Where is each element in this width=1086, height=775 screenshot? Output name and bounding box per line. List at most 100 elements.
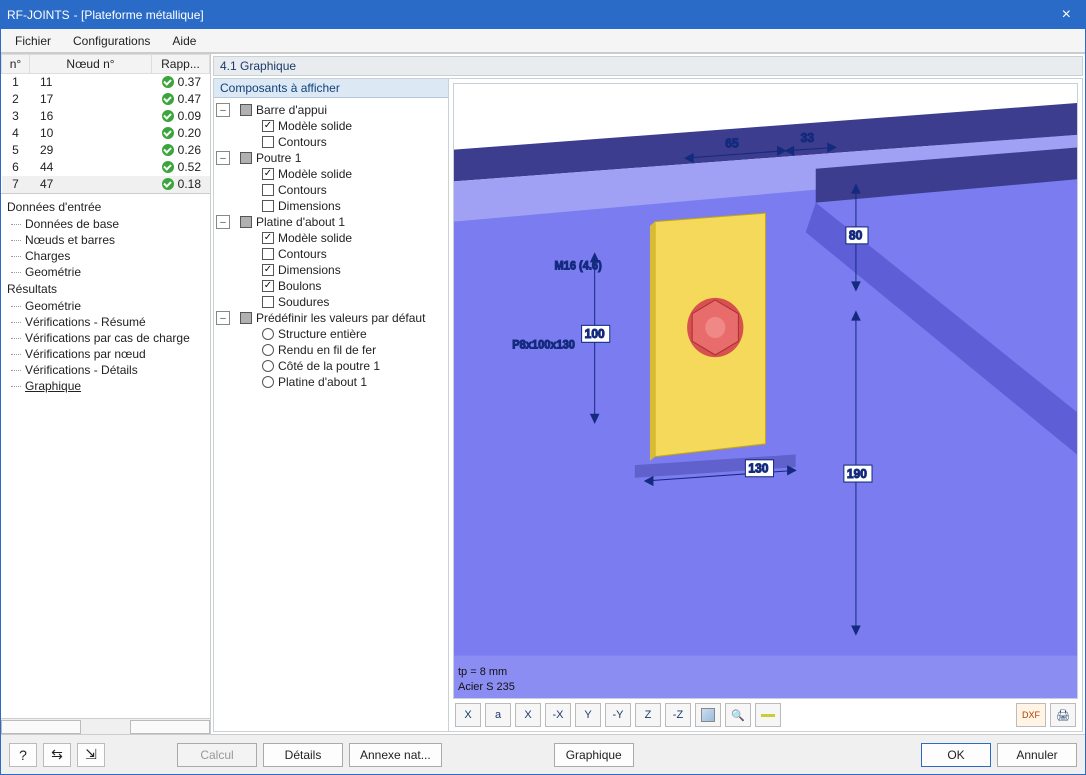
tristate-checkbox-icon[interactable] <box>240 216 252 228</box>
tree-preset-full[interactable]: Structure entière <box>216 326 446 342</box>
calc-button[interactable]: Calcul <box>177 743 257 767</box>
nav-input-geometry[interactable]: Geométrie <box>7 264 208 280</box>
print-button[interactable]: 🖨 <box>1050 703 1076 727</box>
tree-toggle-icon[interactable]: – <box>216 311 230 325</box>
view-negz-button[interactable]: -Z <box>665 703 691 727</box>
nav-input-basedata[interactable]: Données de base <box>7 216 208 232</box>
view-text-button[interactable]: a <box>485 703 511 727</box>
checkbox-icon[interactable] <box>262 296 274 308</box>
tree-endplate1-welds[interactable]: Soudures <box>216 294 446 310</box>
view-x2-button[interactable]: X <box>515 703 541 727</box>
tree-beam1-solid[interactable]: Modèle solide <box>216 166 446 182</box>
tree-endplate1-contours[interactable]: Contours <box>216 246 446 262</box>
checkbox-icon[interactable] <box>262 280 274 292</box>
help-button[interactable]: ? <box>9 743 37 767</box>
radio-icon[interactable] <box>262 376 274 388</box>
col-ratio[interactable]: Rapp... <box>152 55 210 74</box>
table-row[interactable]: 5290.26 <box>2 142 210 159</box>
col-node[interactable]: Nœud n° <box>30 55 152 74</box>
menu-help[interactable]: Aide <box>162 32 206 50</box>
3d-view[interactable]: 65 33 80 <box>453 83 1078 699</box>
tree-toggle-icon[interactable]: – <box>216 215 230 229</box>
close-button[interactable]: × <box>1054 6 1079 24</box>
tree-preset-endplate1[interactable]: Platine d'about 1 <box>216 374 446 390</box>
tree-support-solid[interactable]: Modèle solide <box>216 118 446 134</box>
nav-res-summary[interactable]: Vérifications - Résumé <box>7 314 208 330</box>
nav-res-graphic[interactable]: Graphique <box>7 378 208 394</box>
view-copy-button[interactable] <box>755 703 781 727</box>
nav-res-details[interactable]: Vérifications - Détails <box>7 362 208 378</box>
export-dxf-button[interactable]: DXF <box>1016 703 1046 727</box>
view-y-button[interactable]: Y <box>575 703 601 727</box>
col-number[interactable]: n° <box>2 55 30 74</box>
ok-button[interactable]: OK <box>921 743 991 767</box>
display-tree: – Barre d'appui Modèle solide C <box>214 98 448 731</box>
tristate-checkbox-icon[interactable] <box>240 104 252 116</box>
checkbox-icon[interactable] <box>262 120 274 132</box>
cancel-button[interactable]: Annuler <box>997 743 1077 767</box>
view-x-button[interactable]: X <box>455 703 481 727</box>
scroll-track[interactable] <box>81 720 130 734</box>
tristate-checkbox-icon[interactable] <box>240 312 252 324</box>
menu-file[interactable]: Fichier <box>5 32 61 50</box>
tree-endplate1[interactable]: – Platine d'about 1 <box>216 214 446 230</box>
checkbox-icon[interactable] <box>262 136 274 148</box>
radio-icon[interactable] <box>262 344 274 356</box>
scroll-right-button[interactable] <box>130 720 210 734</box>
tree-toggle-icon[interactable]: – <box>216 151 230 165</box>
footer-bar: ? ⇆ ⇲ Calcul Détails Annexe nat... Graph… <box>1 734 1085 774</box>
view-toggle-button[interactable]: Graphique <box>554 743 634 767</box>
section-header: 4.1 Graphique <box>213 56 1083 76</box>
tree-beam1[interactable]: – Poutre 1 <box>216 150 446 166</box>
details-button[interactable]: Détails <box>263 743 343 767</box>
tool-button-1[interactable]: ⇆ <box>43 743 71 767</box>
radio-icon[interactable] <box>262 360 274 372</box>
nav-res-loadcase[interactable]: Vérifications par cas de charge <box>7 330 208 346</box>
viewport: 65 33 80 <box>449 79 1082 731</box>
tree-presets[interactable]: – Prédéfinir les valeurs par défaut <box>216 310 446 326</box>
tree-endplate1-dimensions[interactable]: Dimensions <box>216 262 446 278</box>
ok-icon <box>162 161 174 173</box>
tree-endplate1-bolts[interactable]: Boulons <box>216 278 446 294</box>
tool-button-2[interactable]: ⇲ <box>77 743 105 767</box>
tree-toggle-icon[interactable]: – <box>216 103 230 117</box>
tree-beam1-dimensions[interactable]: Dimensions <box>216 198 446 214</box>
left-scrollbar[interactable] <box>1 718 210 734</box>
tree-preset-beam1[interactable]: Côté de la poutre 1 <box>216 358 446 374</box>
checkbox-icon[interactable] <box>262 264 274 276</box>
scroll-left-button[interactable] <box>1 720 81 734</box>
table-row[interactable]: 6440.52 <box>2 159 210 176</box>
radio-icon[interactable] <box>262 328 274 340</box>
tree-beam1-contours[interactable]: Contours <box>216 182 446 198</box>
view-zoom-button[interactable]: 🔍 <box>725 703 751 727</box>
tree-endplate1-solid[interactable]: Modèle solide <box>216 230 446 246</box>
table-row[interactable]: 7470.18 <box>2 176 210 193</box>
nav-input-loads[interactable]: Charges <box>7 248 208 264</box>
tree-support-beam[interactable]: – Barre d'appui <box>216 102 446 118</box>
nav-res-node[interactable]: Vérifications par nœud <box>7 346 208 362</box>
view-negx-button[interactable]: -X <box>545 703 571 727</box>
checkbox-icon[interactable] <box>262 232 274 244</box>
table-row[interactable]: 1110.37 <box>2 74 210 91</box>
tree-preset-wireframe[interactable]: Rendu en fil de fer <box>216 342 446 358</box>
nav-results-heading: Résultats <box>7 280 208 298</box>
view-negy-button[interactable]: -Y <box>605 703 631 727</box>
menu-config[interactable]: Configurations <box>63 32 160 50</box>
svg-text:M16 (4.6): M16 (4.6) <box>554 260 601 272</box>
table-row[interactable]: 4100.20 <box>2 125 210 142</box>
checkbox-icon[interactable] <box>262 184 274 196</box>
display-tree-pane: Composants à afficher – Barre d'appui Mo… <box>214 79 449 731</box>
nav-res-geometry[interactable]: Geométrie <box>7 298 208 314</box>
tree-support-contours[interactable]: Contours <box>216 134 446 150</box>
tristate-checkbox-icon[interactable] <box>240 152 252 164</box>
view-z-button[interactable]: Z <box>635 703 661 727</box>
view-iso-button[interactable] <box>695 703 721 727</box>
title-bar: RF-JOINTS - [Plateforme métallique] × <box>1 1 1085 29</box>
checkbox-icon[interactable] <box>262 168 274 180</box>
checkbox-icon[interactable] <box>262 200 274 212</box>
nav-input-nodes[interactable]: Nœuds et barres <box>7 232 208 248</box>
table-row[interactable]: 3160.09 <box>2 108 210 125</box>
annex-button[interactable]: Annexe nat... <box>349 743 442 767</box>
table-row[interactable]: 2170.47 <box>2 91 210 108</box>
checkbox-icon[interactable] <box>262 248 274 260</box>
